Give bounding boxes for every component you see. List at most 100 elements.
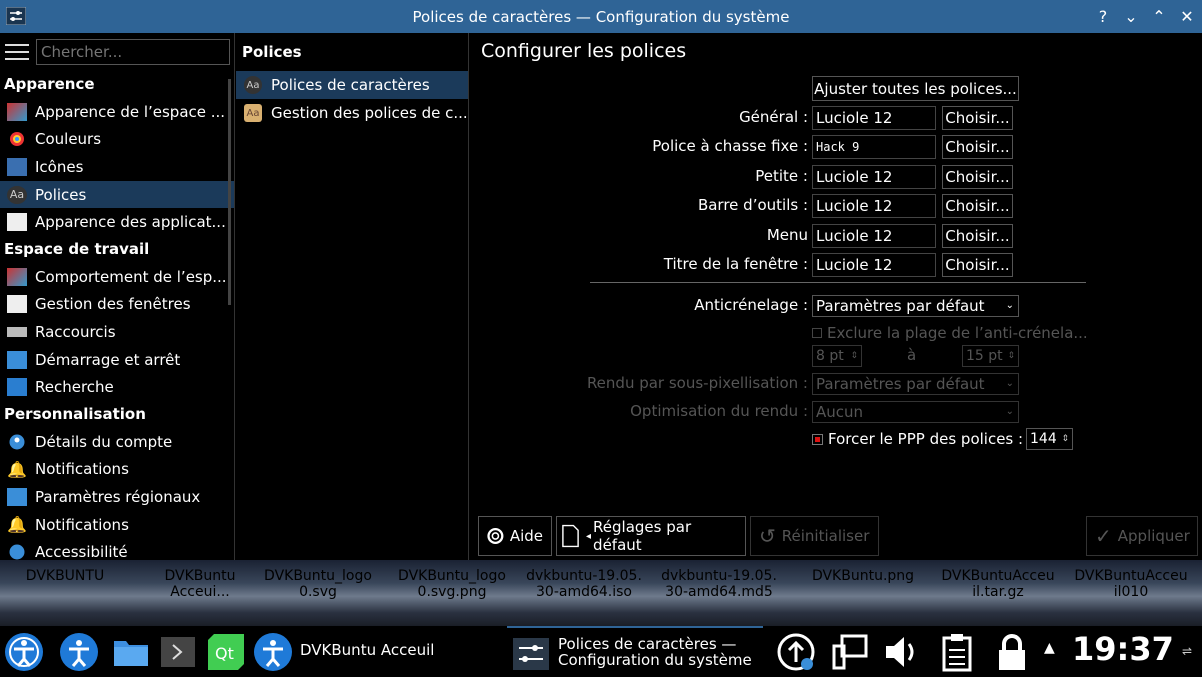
separator: [590, 282, 1086, 283]
subpixel-select[interactable]: Paramètres par défaut ⌄: [812, 373, 1019, 395]
choose-window-title-font-button[interactable]: Choisir...: [942, 253, 1013, 277]
sidebar-item-icons[interactable]: Icônes: [0, 153, 234, 181]
sidebar-item-notifications-2[interactable]: 🔔 Notifications: [0, 511, 234, 539]
sidebar-scrollbar[interactable]: [228, 79, 231, 305]
fonts-icon: Aa: [244, 76, 262, 94]
sidebar-item-label: Paramètres régionaux: [35, 487, 201, 506]
close-icon[interactable]: ✕: [1178, 7, 1196, 26]
clock[interactable]: 19:37: [1072, 630, 1174, 668]
choose-general-font-button[interactable]: Choisir...: [942, 106, 1013, 130]
sidebar-item-label: Accessibilité: [35, 543, 128, 560]
force-dpi-checkbox[interactable]: Forcer le PPP des polices :: [812, 430, 1023, 448]
taskbar-task-dvkbuntu-accueil[interactable]: DVKBuntu Acceuil: [300, 642, 434, 658]
app-launcher-icon[interactable]: [4, 632, 44, 672]
sidebar-item-account[interactable]: Détails du compte: [0, 428, 234, 456]
antialias-select[interactable]: Paramètres par défaut ⌄: [812, 295, 1019, 317]
desktop-file[interactable]: DVKBuntu_logo 0.svg: [253, 568, 383, 600]
toolbar-font-field: Luciole 12: [812, 194, 936, 218]
taskbar-task-system-settings[interactable]: Polices de caractères — Configuration du…: [507, 626, 763, 677]
hinting-label: Optimisation du rendu :: [630, 402, 808, 420]
accessibility-launcher-icon[interactable]: [59, 632, 99, 672]
range-from-value: 8 pt: [816, 348, 844, 364]
hamburger-menu-icon[interactable]: [0, 33, 34, 71]
sidebar-item-accessibility[interactable]: Accessibilité: [0, 538, 234, 560]
colors-icon: [7, 130, 27, 148]
chevron-down-icon: ⌄: [1005, 406, 1014, 417]
desktop-file[interactable]: DVKBuntuAcceu il.tar.gz: [933, 568, 1063, 600]
font-management-icon: Aa: [244, 104, 262, 122]
checkbox-checked-icon: [812, 433, 823, 445]
choose-menu-font-button[interactable]: Choisir...: [942, 224, 1013, 248]
choose-small-font-button[interactable]: Choisir...: [942, 165, 1013, 189]
terminal-icon[interactable]: [158, 632, 198, 672]
sidebar-item-search[interactable]: Recherche: [0, 373, 234, 401]
list-item-font-management[interactable]: Aa Gestion des polices de c...: [236, 99, 468, 127]
bell-icon: 🔔: [7, 459, 27, 479]
apply-button[interactable]: ✓ Appliquer: [1086, 516, 1198, 556]
sidebar-item-app-style[interactable]: Apparence des applicat...: [0, 208, 234, 236]
update-notifier-icon[interactable]: [776, 632, 816, 672]
search-input[interactable]: [36, 39, 230, 65]
undo-icon: ↺: [759, 524, 776, 548]
exclude-range-checkbox[interactable]: Exclure la plage de l’anti-crénela...: [812, 324, 1088, 342]
settings-app-icon[interactable]: [6, 7, 26, 25]
fonts-subcategory-panel: Polices Aa Polices de caractères Aa Gest…: [236, 33, 469, 560]
desktop-file-label: DVKBuntu.png: [811, 568, 915, 584]
subpixel-label: Rendu par sous-pixellisation :: [586, 374, 808, 392]
desktop-file[interactable]: DVKBuntu.png: [798, 568, 928, 584]
sidebar-item-window-management[interactable]: Gestion des fenêtres: [0, 291, 234, 319]
window-title: Polices de caractères — Configuration du…: [412, 7, 790, 26]
desktop-file[interactable]: DVKBuntu Acceui...: [135, 568, 265, 600]
choose-toolbar-font-button[interactable]: Choisir...: [942, 194, 1013, 218]
task-title-line2: Configuration du système: [558, 651, 752, 669]
reset-button[interactable]: ↺ Réinitialiser: [750, 516, 879, 556]
sidebar-item-startup[interactable]: Démarrage et arrêt: [0, 346, 234, 374]
range-to-label: à: [907, 346, 917, 364]
clipboard-icon[interactable]: [937, 632, 977, 672]
spin-arrows-icon: ⇕: [1007, 351, 1015, 361]
lock-icon[interactable]: [992, 632, 1032, 672]
small-font-field: Luciole 12: [812, 165, 936, 189]
workspace-icon: [7, 267, 27, 286]
list-item-fonts[interactable]: Aa Polices de caractères: [236, 71, 468, 99]
range-to-spinbox[interactable]: 15 pt ⇕: [962, 345, 1019, 367]
sidebar-item-regional[interactable]: Paramètres régionaux: [0, 483, 234, 511]
volume-icon[interactable]: [882, 632, 922, 672]
desktop-file[interactable]: dvkbuntu-19.05. 30-amd64.iso: [519, 568, 649, 600]
minimize-icon[interactable]: ⌄: [1122, 7, 1140, 26]
range-to-value: 15 pt: [966, 348, 1003, 364]
file-manager-icon[interactable]: [111, 632, 151, 672]
sidebar-item-colors[interactable]: Couleurs: [0, 126, 234, 154]
desktop-file[interactable]: DVKBUNTU: [0, 568, 130, 584]
sidebar-item-label: Apparence de l’espace ...: [35, 102, 226, 121]
desktop-file[interactable]: DVKBuntuAcceu il010: [1066, 568, 1196, 600]
hinting-select[interactable]: Aucun ⌄: [812, 401, 1019, 423]
sidebar-item-shortcuts[interactable]: Raccourcis: [0, 318, 234, 346]
window-title-font-field: Luciole 12: [812, 253, 936, 277]
network-icon[interactable]: [830, 632, 870, 672]
sidebar-item-label: Icônes: [35, 157, 84, 176]
sidebar-item-fonts[interactable]: Aa Polices: [0, 180, 234, 209]
help-button-label: Aide: [509, 527, 543, 545]
sidebar-item-workspace-behavior[interactable]: Comportement de l’esp...: [0, 263, 234, 291]
force-dpi-spinbox[interactable]: 144 ⇕: [1026, 428, 1073, 450]
sidebar-item-label: Démarrage et arrêt: [35, 350, 181, 369]
tray-expand-arrow-icon[interactable]: ▲: [1044, 640, 1055, 656]
desktop-file[interactable]: dvkbuntu-19.05. 30-amd64.md5: [654, 568, 784, 600]
qt-creator-icon[interactable]: Qt: [206, 632, 246, 672]
dvkbuntu-accueil-icon[interactable]: [253, 632, 293, 672]
help-icon[interactable]: ?: [1094, 7, 1112, 26]
help-button[interactable]: Aide: [478, 516, 552, 556]
sidebar-item-notifications[interactable]: 🔔 Notifications: [0, 456, 234, 484]
startup-icon: [7, 350, 27, 369]
general-font-field: Luciole 12: [812, 106, 936, 130]
maximize-icon[interactable]: ⌃: [1150, 7, 1168, 26]
sidebar-item-workspace-theme[interactable]: Apparence de l’espace ...: [0, 98, 234, 126]
adjust-all-fonts-button[interactable]: Ajuster toutes les polices...: [812, 76, 1019, 101]
defaults-button[interactable]: ◂ Réglages par défaut: [556, 516, 746, 556]
choose-fixed-font-button[interactable]: Choisir...: [942, 135, 1013, 159]
range-from-spinbox[interactable]: 8 pt ⇕: [812, 345, 862, 367]
desktop-file[interactable]: DVKBuntu_logo 0.svg.png: [387, 568, 517, 600]
panel-settings-icon[interactable]: ⇌: [1182, 644, 1192, 658]
sidebar-item-label: Gestion des fenêtres: [35, 295, 191, 314]
